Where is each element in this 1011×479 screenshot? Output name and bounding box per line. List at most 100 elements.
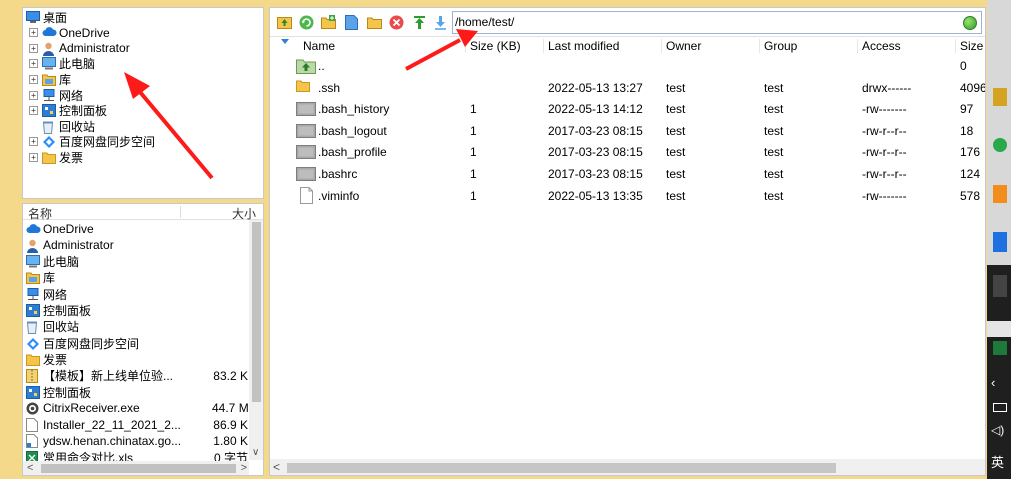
app-icon[interactable]: [993, 185, 1007, 203]
column-separator: [543, 39, 544, 53]
column-header-owner[interactable]: Owner: [666, 39, 701, 53]
list-item-name: CitrixReceiver.exe: [43, 401, 140, 416]
globe-icon[interactable]: [963, 16, 977, 30]
column-header-last-modified[interactable]: Last modified: [548, 39, 619, 53]
tree-item[interactable]: + 控制面板: [29, 103, 107, 119]
list-item-size: 44.7 M: [212, 401, 248, 416]
table-row[interactable]: .bash_history 1 2022-05-13 14:12 test test -r…: [270, 98, 985, 119]
expand-toggle-icon[interactable]: +: [29, 74, 38, 84]
scroll-down-arrow-icon[interactable]: ∨: [252, 447, 259, 458]
upload-icon[interactable]: [411, 14, 427, 30]
parent-folder-icon[interactable]: [276, 14, 292, 30]
list-item[interactable]: 此电脑: [26, 254, 248, 270]
list-item[interactable]: 库: [26, 270, 248, 286]
column-header-name[interactable]: 名称: [28, 205, 52, 222]
local-list-horizontal-scrollbar[interactable]: < >: [23, 461, 249, 475]
app-icon[interactable]: [993, 232, 1007, 252]
list-item[interactable]: 【模板】新上线单位验... 83.2 K: [26, 368, 248, 384]
ime-indicator[interactable]: 英: [991, 452, 1004, 471]
expand-toggle-icon[interactable]: +: [29, 137, 38, 147]
tree-item[interactable]: + 百度网盘同步空间: [29, 134, 155, 150]
list-item[interactable]: Installer_22_11_2021_2... 86.9 K: [26, 417, 248, 433]
tree-item[interactable]: + 网络: [29, 87, 83, 103]
list-item[interactable]: 发票: [26, 351, 248, 367]
table-row[interactable]: .viminfo 1 2022-05-13 13:35 test test -rw----…: [270, 185, 985, 206]
recycle-bin-icon: [26, 320, 40, 335]
list-item[interactable]: OneDrive: [26, 221, 248, 237]
column-header-access[interactable]: Access: [862, 39, 901, 53]
list-item[interactable]: 回收站: [26, 319, 248, 335]
scrollbar-thumb[interactable]: [252, 222, 261, 402]
tree-item[interactable]: + 库: [29, 71, 71, 87]
battery-icon[interactable]: [993, 403, 1007, 412]
scroll-right-arrow-icon[interactable]: >: [241, 462, 247, 474]
folder-icon: [26, 353, 40, 366]
expand-toggle-icon[interactable]: +: [29, 43, 38, 53]
list-item-size: 1.80 K: [213, 433, 248, 448]
remote-file-panel: Name Size (KB) Last modified Owner Group…: [269, 7, 986, 476]
tree-item[interactable]: 回收站: [29, 118, 95, 134]
zip-icon: [26, 369, 40, 384]
table-row[interactable]: .bashrc 1 2017-03-23 08:15 test test -rw-r--r…: [270, 163, 985, 184]
tree-item[interactable]: + Administrator: [29, 40, 130, 56]
column-header-size-kb[interactable]: Size (KB): [470, 39, 521, 53]
app-icon[interactable]: [993, 138, 1007, 152]
new-file-icon[interactable]: [343, 14, 359, 30]
expand-toggle-icon[interactable]: +: [29, 90, 38, 100]
volume-icon[interactable]: ◁): [991, 423, 1004, 437]
column-header-name[interactable]: Name: [303, 39, 335, 53]
open-folder-icon[interactable]: [366, 14, 382, 30]
app-icon[interactable]: [993, 88, 1007, 106]
library-icon: [42, 73, 56, 86]
remote-list-horizontal-scrollbar[interactable]: <: [270, 459, 985, 475]
tree-item[interactable]: + 此电脑: [29, 56, 95, 72]
table-row[interactable]: .bash_profile 1 2017-03-23 08:15 test test -r…: [270, 141, 985, 162]
column-separator: [857, 39, 858, 53]
hidden-file-icon: [296, 165, 316, 182]
delete-icon[interactable]: [388, 14, 404, 30]
column-separator: [759, 39, 760, 53]
tree-item[interactable]: + OneDrive: [29, 25, 110, 41]
list-item[interactable]: 百度网盘同步空间: [26, 335, 248, 351]
list-item[interactable]: 控制面板: [26, 384, 248, 400]
app-icon[interactable]: [993, 341, 1007, 355]
tree-item-label: 发票: [59, 150, 84, 165]
local-list-vertical-scrollbar[interactable]: ∨: [249, 220, 263, 460]
file-name: .ssh: [318, 80, 341, 95]
chevron-left-icon[interactable]: ‹: [991, 375, 995, 390]
expand-toggle-icon[interactable]: +: [29, 152, 38, 162]
app-icon[interactable]: [993, 275, 1007, 297]
scroll-left-arrow-icon[interactable]: <: [273, 460, 280, 474]
scrollbar-thumb[interactable]: [41, 464, 236, 473]
baidu-sync-icon: [42, 135, 56, 149]
remote-path-bar[interactable]: [452, 11, 982, 34]
file-size-kb: 1: [470, 102, 477, 117]
table-row[interactable]: .. 0: [270, 55, 985, 76]
remote-path-input[interactable]: [455, 14, 955, 30]
list-item[interactable]: 控制面板: [26, 303, 248, 319]
scroll-left-arrow-icon[interactable]: <: [27, 462, 33, 474]
expand-toggle-icon[interactable]: +: [29, 28, 38, 38]
column-header-size[interactable]: Size: [960, 39, 983, 53]
download-icon[interactable]: [432, 14, 448, 30]
tree-item[interactable]: + 发票: [29, 149, 83, 165]
list-item[interactable]: 网络: [26, 286, 248, 302]
tree-item-label: OneDrive: [59, 25, 110, 40]
expand-toggle-icon[interactable]: +: [29, 106, 38, 116]
table-row[interactable]: .bash_logout 1 2017-03-23 08:15 test test -rw…: [270, 120, 985, 141]
file-name: .bash_profile: [318, 145, 387, 160]
column-header-group[interactable]: Group: [764, 39, 797, 53]
network-icon: [42, 88, 56, 102]
cloud-icon: [42, 26, 57, 39]
table-row[interactable]: .ssh 2022-05-13 13:27 test test drwx------ 40…: [270, 77, 985, 98]
scrollbar-thumb[interactable]: [287, 463, 836, 473]
new-folder-icon[interactable]: [320, 14, 336, 30]
file-access: -rw-r--r--: [862, 123, 907, 138]
list-item[interactable]: Administrator: [26, 237, 248, 253]
expand-toggle-icon[interactable]: +: [29, 59, 38, 69]
refresh-icon[interactable]: [298, 14, 314, 30]
collapse-tray-button[interactable]: [987, 321, 1011, 337]
tree-item[interactable]: 桌面: [26, 9, 67, 25]
list-item[interactable]: CitrixReceiver.exe 44.7 M: [26, 400, 248, 416]
list-item[interactable]: ydsw.henan.chinatax.go... 1.80 K: [26, 433, 248, 449]
